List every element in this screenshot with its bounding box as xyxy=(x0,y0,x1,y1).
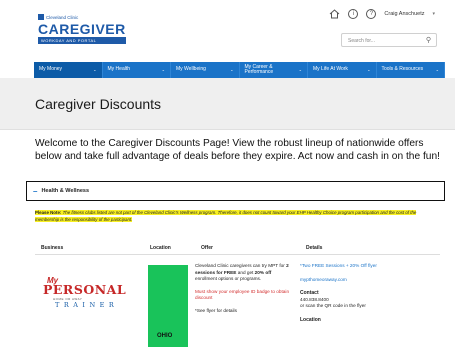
chevron-down-icon: ⌄ xyxy=(230,67,234,73)
location-block: Location xyxy=(300,317,440,324)
location-ohio: OHIO xyxy=(157,333,173,339)
home-icon[interactable] xyxy=(329,9,340,19)
note-label: Please Note: xyxy=(35,210,62,215)
flyer-link[interactable]: *Two FREE Sessions + 20% Off flyer xyxy=(300,263,440,270)
offer-flyer-note: *See flyer for details xyxy=(195,307,237,313)
nav-item-my-wellbeing[interactable]: My Wellbeing ⌄ xyxy=(171,62,240,78)
user-name[interactable]: Craig Anschuetz xyxy=(384,11,424,17)
website-link[interactable]: mypthomeoraway.com xyxy=(300,277,440,284)
cleveland-clinic-mark-icon xyxy=(38,14,44,20)
contact-block: Contact 440.838.8400 or scan the QR code… xyxy=(300,290,440,310)
offer-cell: Cleveland Clinic caregivers can try MPT … xyxy=(195,263,290,321)
collapse-icon[interactable]: – xyxy=(33,187,37,195)
info-icon[interactable]: i xyxy=(348,9,359,19)
contact-qr-text: or scan the QR code in the flyer xyxy=(300,303,366,309)
search-input[interactable]: Search for... ⚲ xyxy=(341,33,437,47)
table-header: Business Location Offer Details xyxy=(35,241,440,255)
page-title: Caregiver Discounts xyxy=(35,96,162,112)
nav-item-my-life-at-work[interactable]: My Life At Work ⌄ xyxy=(308,62,377,78)
nav-item-my-health[interactable]: My Health ⌄ xyxy=(103,62,171,78)
search-placeholder: Search for... xyxy=(348,38,375,44)
table-row: My PERSONAL HOME OR AWAY TRAINER OHIO Cl… xyxy=(35,255,440,347)
contact-label: Contact xyxy=(300,290,319,297)
chevron-down-icon: ⌄ xyxy=(298,67,302,73)
main-nav: My Money ⌄ My Health ⌄ My Wellbeing ⌄ My Ca… xyxy=(34,62,445,78)
brand-name: CAREGIVER xyxy=(38,21,126,37)
logo-my: My xyxy=(47,276,59,285)
page-title-band: Caregiver Discounts xyxy=(0,78,455,130)
my-personal-trainer-logo[interactable]: My PERSONAL HOME OR AWAY TRAINER xyxy=(43,276,133,309)
nav-item-tools-resources[interactable]: Tools & Resources ⌄ xyxy=(377,62,445,78)
chevron-down-icon: ⌄ xyxy=(367,67,371,73)
discounts-table: Business Location Offer Details My PERSO… xyxy=(35,241,440,347)
column-header-business: Business xyxy=(41,244,64,251)
search-icon[interactable]: ⚲ xyxy=(426,36,431,44)
cleveland-clinic-label: Cleveland Clinic xyxy=(38,14,126,20)
location-label: Location xyxy=(300,316,321,323)
chevron-down-icon[interactable]: ▾ xyxy=(432,11,435,17)
chevron-down-icon: ⌄ xyxy=(435,67,439,73)
column-header-details: Details xyxy=(306,244,323,251)
logo-trainer: TRAINER xyxy=(55,301,119,309)
note-text: The fitness clubs listed are not part of… xyxy=(35,210,417,222)
column-header-location: Location xyxy=(150,244,171,251)
nav-item-my-career[interactable]: My Career & Performance ⌄ xyxy=(240,62,308,78)
welcome-text: Welcome to the Caregiver Discounts Page!… xyxy=(35,138,440,162)
brand-tagline: WORKDAY AND PORTAL xyxy=(38,37,126,44)
column-header-offer: Offer xyxy=(201,244,213,251)
caregiver-logo[interactable]: Cleveland Clinic CAREGIVER WORKDAY AND P… xyxy=(38,14,126,44)
accordion-health-wellness[interactable]: – Health & Wellness xyxy=(26,181,445,201)
site-header: Cleveland Clinic CAREGIVER WORKDAY AND P… xyxy=(0,0,455,62)
help-icon[interactable]: ? xyxy=(366,9,377,19)
offer-description: Cleveland Clinic caregivers can try MPT … xyxy=(195,263,289,282)
chevron-down-icon: ⌄ xyxy=(93,67,97,73)
fitness-note: Please Note: The fitness clubs listed ar… xyxy=(35,209,435,223)
nav-item-my-money[interactable]: My Money ⌄ xyxy=(34,62,103,78)
utility-bar: i ? Craig Anschuetz ▾ xyxy=(329,9,435,19)
details-cell: *Two FREE Sessions + 20% Off flyer mypth… xyxy=(300,263,440,324)
contact-phone: 440.838.8400 xyxy=(300,296,329,302)
accordion-label: Health & Wellness xyxy=(41,188,90,194)
offer-badge-requirement: Must show your employee ID badge to obta… xyxy=(195,288,290,301)
chevron-down-icon: ⌄ xyxy=(161,67,165,73)
